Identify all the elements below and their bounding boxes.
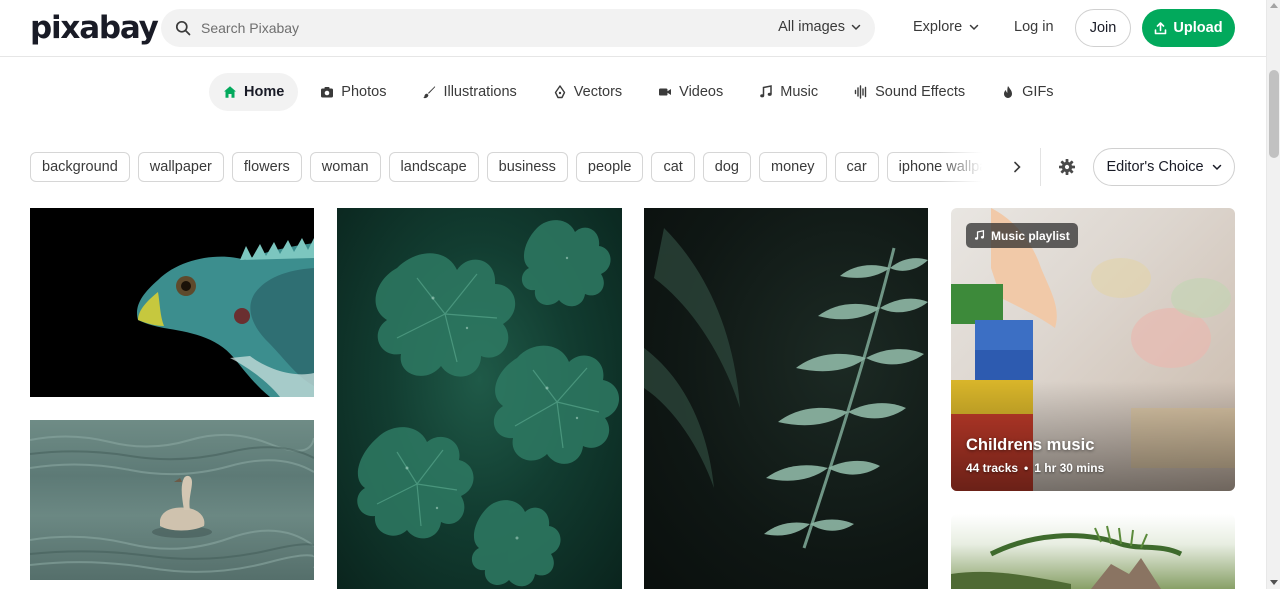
search-scope-label: All images <box>778 19 845 35</box>
cygnet-image <box>30 433 314 573</box>
playlist-duration: 1 hr 30 mins <box>1034 461 1105 475</box>
camera-icon <box>321 87 334 98</box>
tags-next-button[interactable] <box>1008 158 1026 176</box>
upload-icon <box>1155 21 1167 34</box>
tab-label: Music <box>780 84 819 100</box>
tab-photos[interactable]: Photos <box>306 73 400 111</box>
badge-label: Music playlist <box>991 228 1070 243</box>
tag-chip[interactable]: people <box>575 152 644 182</box>
tags-fade <box>940 150 1000 184</box>
tab-label: Videos <box>679 84 724 100</box>
brush-icon <box>423 86 436 99</box>
fern-image <box>644 228 928 549</box>
music-note-icon <box>974 230 985 240</box>
tag-chip[interactable]: cat <box>651 152 695 182</box>
track-count: 44 tracks <box>966 461 1019 475</box>
explore-menu[interactable]: Explore <box>913 19 979 35</box>
page-scrollbar[interactable] <box>1266 0 1280 589</box>
tab-label: Vectors <box>573 84 623 100</box>
music-note-icon <box>760 85 772 98</box>
tag-chip[interactable]: car <box>834 152 879 182</box>
music-playlist-badge: Music playlist <box>966 223 1078 248</box>
music-playlist-card[interactable]: Music playlist Childrens music 44 tracks… <box>951 208 1235 491</box>
category-tabs: Home Photos Illustrations Vectors Videos… <box>209 73 1076 111</box>
tab-label: GIFs <box>1022 84 1054 100</box>
scroll-down-arrow-icon[interactable] <box>1270 580 1278 585</box>
tag-chip[interactable]: background <box>30 152 130 182</box>
top-header: pixabay All images Explore Log in Join U… <box>0 0 1266 57</box>
pen-nib-icon <box>554 85 565 99</box>
sort-label: Editor's Choice <box>1106 159 1204 175</box>
tab-label: Illustrations <box>443 84 517 100</box>
tab-label: Sound Effects <box>875 84 966 100</box>
tab-illustrations[interactable]: Illustrations <box>408 73 530 111</box>
tab-label: Home <box>244 84 285 100</box>
chevron-down-icon <box>969 24 979 31</box>
scroll-thumb[interactable] <box>1269 70 1279 158</box>
photo-iguana[interactable] <box>30 208 314 397</box>
photo-cygnet[interactable] <box>30 420 314 580</box>
upload-button[interactable]: Upload <box>1142 9 1235 47</box>
tag-chip[interactable]: wallpaper <box>137 152 224 182</box>
meta-separator: • <box>1024 461 1029 475</box>
tab-home[interactable]: Home <box>209 73 299 111</box>
leaves-image <box>357 220 620 587</box>
tag-chip[interactable]: landscape <box>388 152 479 182</box>
chevron-down-icon <box>851 24 861 31</box>
waveform-icon <box>854 85 867 99</box>
login-link[interactable]: Log in <box>1014 19 1054 35</box>
search-scope-dropdown[interactable]: All images <box>778 19 861 35</box>
tag-chip[interactable]: flowers <box>231 152 302 182</box>
tab-videos[interactable]: Videos <box>644 73 737 111</box>
scroll-up-arrow-icon[interactable] <box>1270 3 1278 8</box>
gear-icon[interactable] <box>1058 158 1076 176</box>
divider <box>1040 148 1041 186</box>
upload-label: Upload <box>1173 20 1223 36</box>
tab-label: Photos <box>341 84 387 100</box>
tab-sound-effects[interactable]: Sound Effects <box>840 73 979 111</box>
search-bar[interactable]: All images <box>161 9 875 47</box>
chevron-right-icon <box>1014 161 1021 173</box>
video-camera-icon <box>659 88 672 96</box>
chevron-down-icon <box>1212 164 1221 171</box>
playlist-title: Childrens music <box>966 436 1095 454</box>
pixabay-logo[interactable]: pixabay <box>30 10 159 46</box>
home-icon <box>224 86 236 98</box>
iguana-image <box>136 238 314 397</box>
sort-dropdown[interactable]: Editor's Choice <box>1093 148 1235 186</box>
join-button[interactable]: Join <box>1075 9 1131 47</box>
search-icon <box>175 20 191 36</box>
tab-gifs[interactable]: GIFs <box>987 73 1067 111</box>
photo-fern[interactable] <box>644 208 928 589</box>
tag-chip[interactable]: woman <box>309 152 381 182</box>
photo-green-leaves[interactable] <box>337 208 622 589</box>
tag-list: background wallpaper flowers woman lands… <box>30 152 990 182</box>
explore-label: Explore <box>913 19 963 35</box>
photo-cat-grass[interactable] <box>951 514 1235 589</box>
tag-chip[interactable]: money <box>758 152 827 182</box>
tab-music[interactable]: Music <box>745 73 832 111</box>
tag-chip[interactable]: business <box>486 152 568 182</box>
playlist-meta: 44 tracks • 1 hr 30 mins <box>966 461 1104 475</box>
search-input[interactable] <box>201 9 761 47</box>
tab-vectors[interactable]: Vectors <box>539 73 636 111</box>
flame-icon <box>1004 86 1013 98</box>
tag-chip[interactable]: dog <box>702 152 751 182</box>
cat-grass-image <box>951 525 1183 589</box>
